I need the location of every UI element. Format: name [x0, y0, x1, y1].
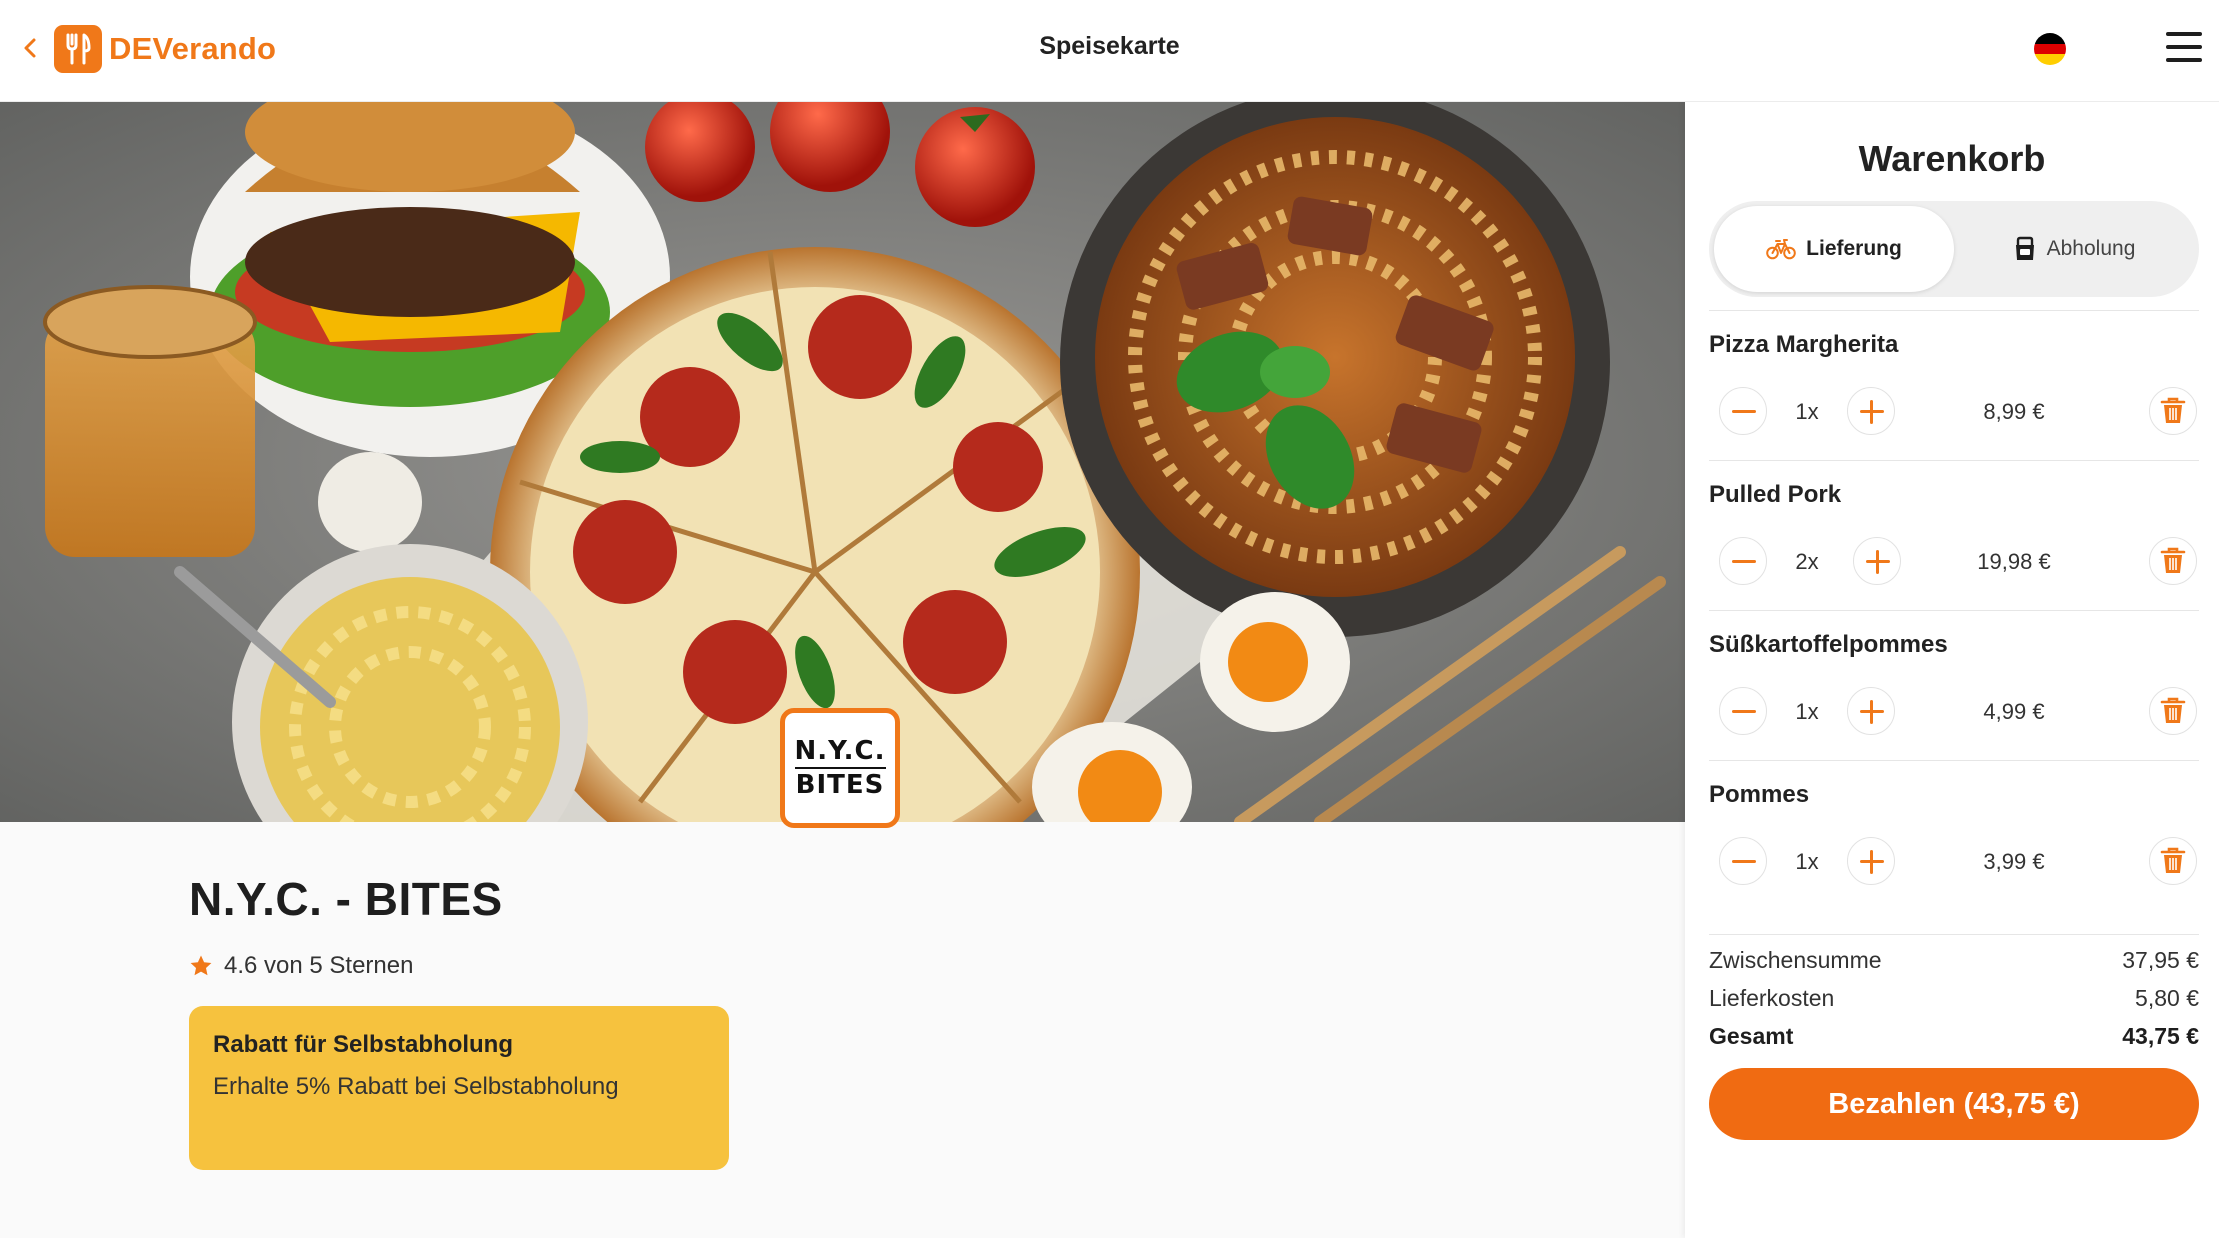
delivery-mode-toggle: Lieferung Abholung — [1709, 201, 2199, 297]
german-flag-icon[interactable] — [2034, 33, 2066, 65]
total-label: Gesamt — [1709, 1023, 1794, 1049]
shopping-bag-icon — [2015, 236, 2034, 260]
trash-icon[interactable] — [2149, 837, 2197, 885]
delivery-cost-label: Lieferkosten — [1709, 985, 1835, 1011]
rating-text: 4.6 von 5 Sternen — [224, 952, 414, 979]
delivery-cost-row: Lieferkosten 5,80 € — [1709, 979, 2199, 1017]
trash-icon[interactable] — [2149, 537, 2197, 585]
total-row: Gesamt 43,75 € — [1709, 1017, 2199, 1055]
rating: 4.6 von 5 Sternen — [189, 952, 413, 980]
page-title: Speisekarte — [1039, 32, 1180, 60]
cart-item-price: 8,99 € — [1983, 399, 2045, 424]
cart-item-name: Süßkartoffelpommes — [1709, 631, 1948, 658]
pickup-option[interactable]: Abholung — [1954, 206, 2194, 292]
cart-item-quantity: 1x — [1795, 699, 1819, 724]
subtotal-label: Zwischensumme — [1709, 947, 1882, 973]
cart-item-name: Pulled Pork — [1709, 481, 1842, 508]
star-icon — [190, 955, 212, 976]
pickup-option-label: Abholung — [2046, 237, 2136, 260]
promo-text: Erhalte 5% Rabatt bei Selbstabholung — [213, 1073, 619, 1100]
cart-item-name: Pommes — [1709, 781, 1810, 808]
decrease-quantity-button[interactable] — [1719, 537, 1767, 585]
cart-item-price: 3,99 € — [1983, 849, 2045, 874]
delivery-option[interactable]: Lieferung — [1714, 206, 1954, 292]
cart-item-quantity: 2x — [1795, 549, 1819, 574]
decrease-quantity-button[interactable] — [1719, 837, 1767, 885]
cart-item: Pulled Pork 2x 19,98 € — [1709, 460, 2199, 610]
restaurant-logo-line1: N.Y.C. — [794, 735, 886, 769]
increase-quantity-button[interactable] — [1847, 837, 1895, 885]
pickup-discount-banner: Rabatt für Selbstabholung Erhalte 5% Rab… — [189, 1006, 729, 1170]
subtotal-row: Zwischensumme 37,95 € — [1709, 941, 2199, 979]
decrease-quantity-button[interactable] — [1719, 687, 1767, 735]
increase-quantity-button[interactable] — [1847, 687, 1895, 735]
restaurant-logo[interactable]: N.Y.C. BITES — [780, 708, 900, 828]
restaurant-logo-line2: BITES — [795, 770, 885, 800]
hamburger-menu-icon[interactable] — [2166, 32, 2202, 66]
trash-icon[interactable] — [2149, 687, 2197, 735]
cart-item-quantity: 1x — [1795, 849, 1819, 874]
cart-summary: Zwischensumme 37,95 € Lieferkosten 5,80 … — [1709, 934, 2199, 1055]
cart-panel: Warenkorb Lieferung Abholung Pizza Margh… — [1685, 102, 2219, 1238]
decrease-quantity-button[interactable] — [1719, 387, 1767, 435]
increase-quantity-button[interactable] — [1853, 537, 1901, 585]
bicycle-icon — [1766, 239, 1796, 260]
cart-item-quantity: 1x — [1795, 399, 1819, 424]
trash-icon[interactable] — [2149, 387, 2197, 435]
subtotal-value: 37,95 € — [2122, 947, 2199, 973]
cart-item: Pizza Margherita 1x 8,99 € — [1709, 310, 2199, 460]
pay-button[interactable]: Bezahlen (43,75 €) — [1709, 1068, 2199, 1140]
increase-quantity-button[interactable] — [1847, 387, 1895, 435]
cart-item: Süßkartoffelpommes 1x 4,99 € — [1709, 610, 2199, 760]
delivery-cost-value: 5,80 € — [2135, 985, 2199, 1011]
cart-item-name: Pizza Margherita — [1709, 331, 1899, 358]
total-value: 43,75 € — [2122, 1023, 2199, 1049]
cart-title: Warenkorb — [1858, 138, 2046, 179]
cart-item-price: 19,98 € — [1977, 549, 2051, 574]
restaurant-name: N.Y.C. - BITES — [189, 873, 503, 925]
delivery-option-label: Lieferung — [1806, 237, 1902, 260]
cart-item-price: 4,99 € — [1983, 699, 2045, 724]
cart-item: Pommes 1x 3,99 € — [1709, 760, 2199, 910]
promo-title: Rabatt für Selbstabholung — [213, 1031, 513, 1058]
top-bar: DEVerando Speisekarte — [0, 0, 2219, 102]
